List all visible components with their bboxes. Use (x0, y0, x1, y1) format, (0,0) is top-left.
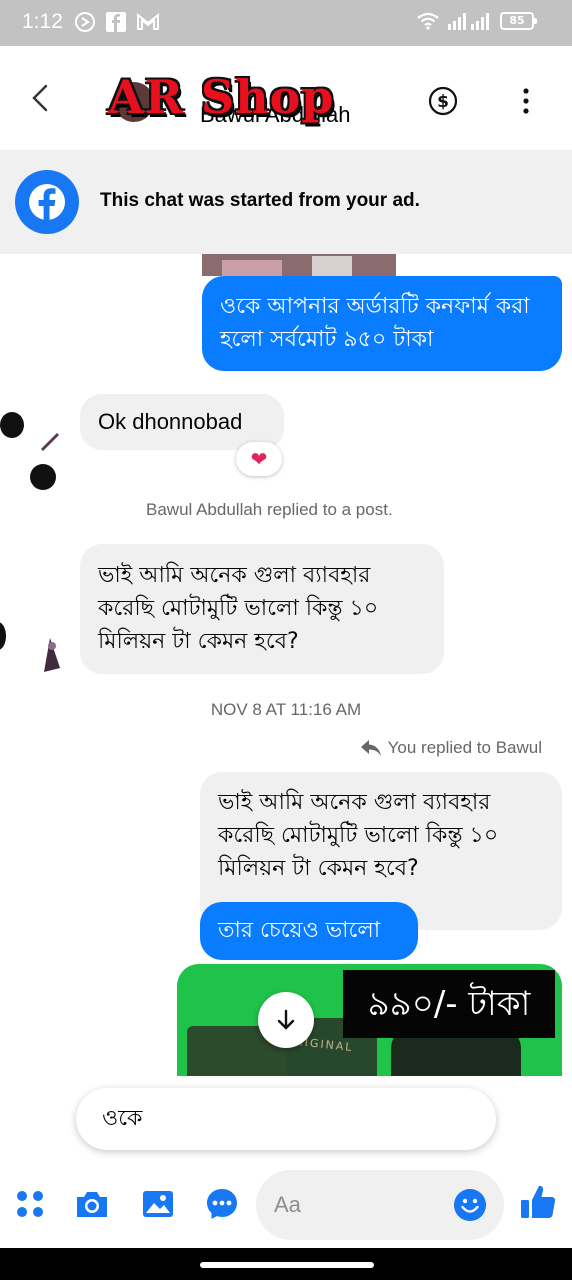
back-arrow-icon[interactable] (24, 80, 60, 116)
avatar-fragment (40, 432, 60, 452)
incoming-message[interactable]: ভাই আমি অনেক গুলা ব্যাবহার করেছি মোটামুট… (80, 544, 444, 674)
ad-banner-text: This chat was started from your ad. (100, 190, 420, 211)
avatar-fragment (0, 412, 24, 438)
more-vert-icon[interactable] (516, 86, 536, 116)
svg-text:$: $ (437, 92, 449, 112)
ad-origin-banner: This chat was started from your ad. (0, 150, 572, 254)
message-timestamp: NOV 8 AT 11:16 AM (210, 700, 362, 719)
price-tag: ৯৯০/- টাকা (343, 970, 555, 1038)
thumbs-up-icon[interactable] (518, 1182, 558, 1222)
product-image-message[interactable]: RIGINAL ৯৯০/- টাকা (177, 964, 562, 1076)
shop-logo-overlay: AR Shop (108, 70, 335, 124)
reply-indicator: You replied to Bawul (360, 738, 542, 758)
chat-bubble-icon[interactable] (204, 1186, 240, 1222)
outgoing-message[interactable]: তার চেয়েও ভালো (200, 902, 418, 960)
message-input[interactable]: Aa (256, 1170, 504, 1240)
facebook-icon (15, 170, 79, 234)
down-arrow-icon (277, 1009, 295, 1030)
outgoing-message[interactable]: ওকে আপনার অর্ডারটি কনফার্ম করা হলো সর্বম… (202, 276, 562, 371)
message-composer: Aa (0, 1164, 572, 1244)
reply-icon (360, 740, 381, 756)
message-list[interactable]: ওকে আপনার অর্ডারটি কনফার্ম করা হলো সর্বম… (0, 254, 572, 1076)
message-input-placeholder: Aa (274, 1192, 301, 1217)
emoji-icon[interactable] (454, 1189, 486, 1221)
data-saver-icon (75, 12, 95, 32)
suggested-reply-chip[interactable]: ওকে (76, 1088, 496, 1150)
facebook-notification-icon (106, 12, 126, 32)
gmail-icon (137, 13, 159, 30)
avatar-fragment (44, 638, 60, 672)
system-navigation-bar (0, 1248, 572, 1280)
avatar-fragment (0, 622, 6, 650)
heart-reaction-icon[interactable]: ❤ (236, 442, 282, 476)
reply-indicator-text: You replied to Bawul (387, 738, 542, 757)
signal-icon (448, 13, 489, 30)
scroll-down-button[interactable] (258, 992, 314, 1048)
replied-to-post-note: Bawul Abdullah replied to a post. (146, 500, 393, 519)
chat-header: Bawul Abdullah AR Shop $ (0, 46, 572, 150)
previous-photo-message[interactable] (202, 254, 396, 276)
gallery-icon[interactable] (140, 1186, 176, 1222)
home-gesture-pill[interactable] (200, 1262, 374, 1268)
camera-icon[interactable] (74, 1186, 110, 1222)
status-time: 1:12 (22, 10, 63, 33)
status-system-icons: 85 (416, 12, 537, 30)
dollar-icon[interactable]: $ (428, 86, 458, 116)
status-notification-icons (74, 11, 160, 33)
battery-icon: 85 (500, 12, 537, 30)
apps-icon[interactable] (12, 1186, 48, 1222)
status-bar: 1:12 85 (0, 0, 572, 46)
avatar-fragment (30, 464, 56, 490)
contact-title[interactable]: Bawul Abdullah AR Shop (108, 70, 388, 127)
wifi-icon (417, 12, 439, 30)
